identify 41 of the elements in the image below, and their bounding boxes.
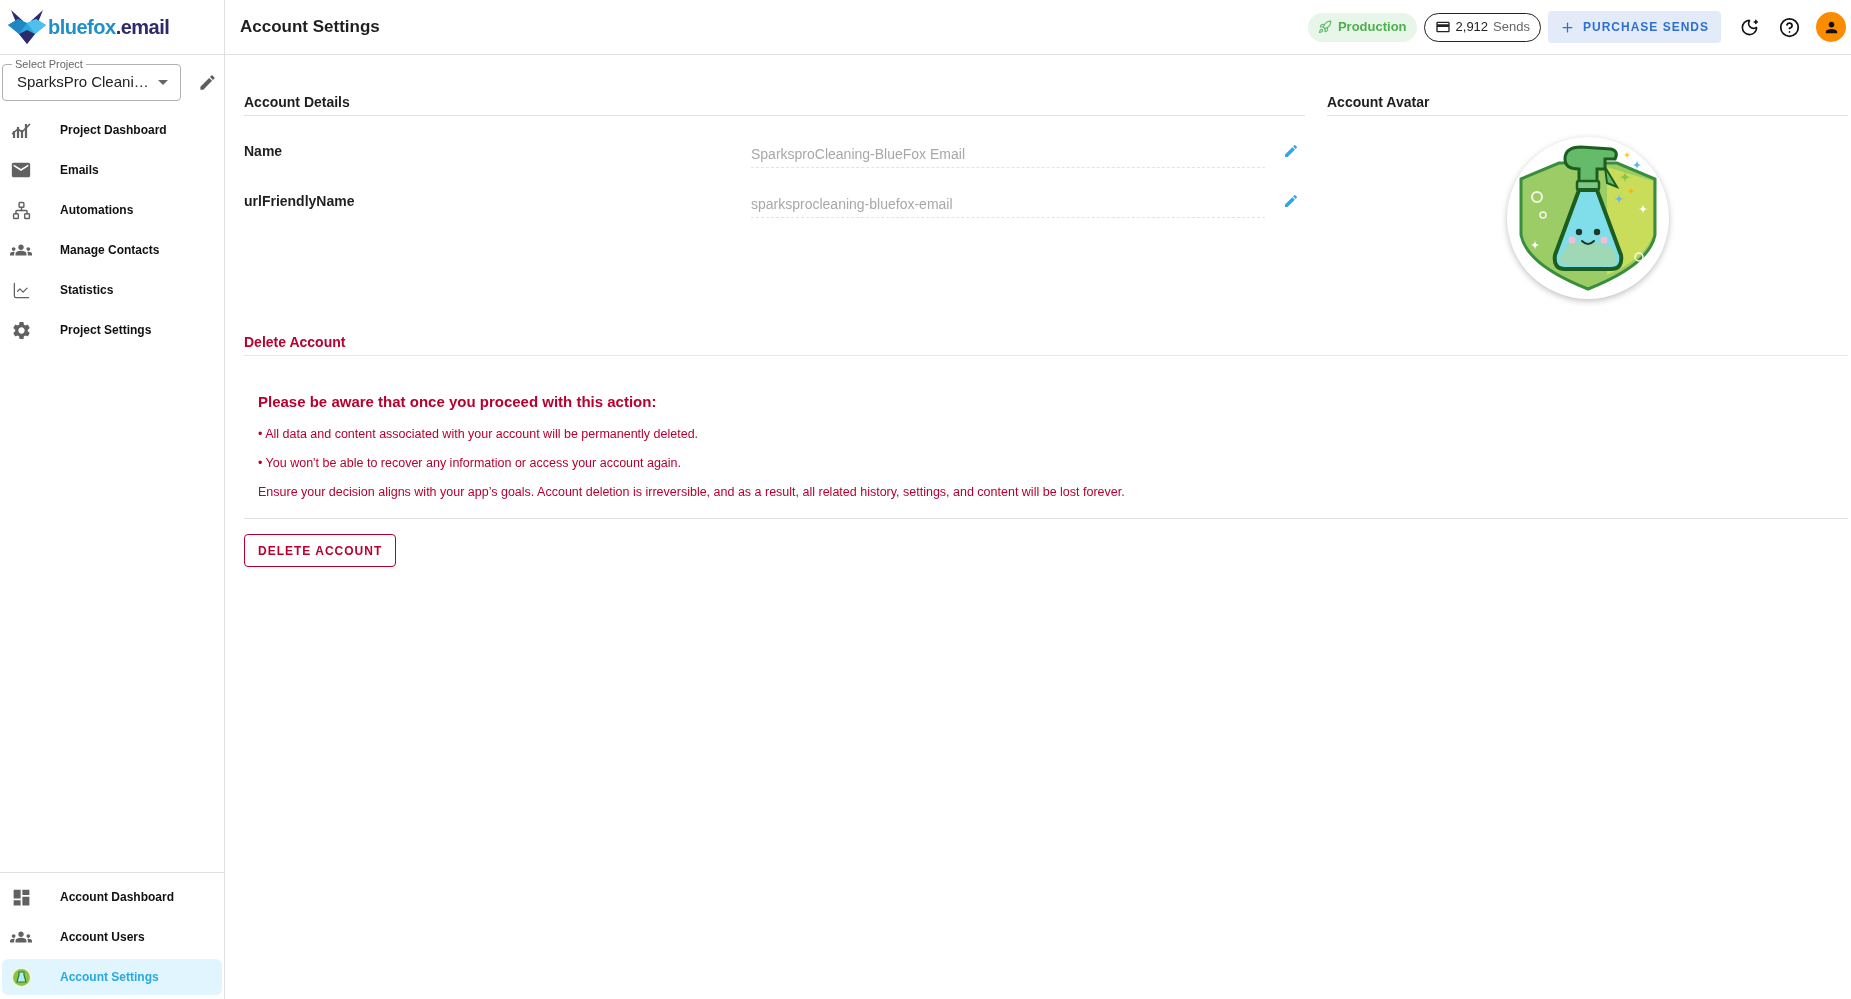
field-label: urlFriendlyName [244,191,356,211]
edit-button[interactable] [1283,143,1299,159]
warning-note: Ensure your decision aligns with your app’s goals. Account deletion is irreversible, and as a result, all related history, settings, and content will be lost forever. [258,484,1126,501]
nav-item[interactable]: Statistics [2,272,222,308]
sends-label: Sends [1493,18,1530,37]
section-heading: Delete Account [244,332,1848,356]
nav-item[interactable]: Automations [2,192,222,228]
edit-icon [1283,193,1299,209]
card-icon [1434,19,1451,35]
delete-account-button[interactable]: DELETE ACCOUNT [244,534,397,567]
nav-item[interactable]: Account Dashboard [2,879,222,915]
sends-count: 2,912 [1455,18,1489,37]
bar-chart-icon [11,121,31,139]
help-icon [1778,16,1800,38]
warning-point: • All data and content associated with your account will be permanently deleted. [258,426,700,443]
line-chart-icon [11,280,31,300]
section-heading: Account Avatar [1327,92,1848,116]
section-heading: Account Details [244,92,1305,116]
hierarchy-icon [11,200,31,220]
nav-item[interactable]: Account Users [2,919,222,955]
edit-icon [1283,143,1299,159]
rocket-icon [1317,20,1332,34]
field-label: Name [244,141,284,161]
nav-item[interactable]: Manage Contacts [2,232,222,268]
plus-icon [1559,19,1575,35]
warning-point: • You won't be able to recover any information or access your account again. [258,455,682,472]
page-title: Account Settings [240,16,380,39]
nav-item[interactable]: Project Settings [2,312,222,348]
nav-item[interactable]: Project Dashboard [2,112,222,148]
environment-chip: Production [1307,12,1417,42]
purchase-sends-button[interactable]: PURCHASE SENDS [1547,11,1721,43]
warning-title: Please be aware that once you proceed with this action: [258,392,658,412]
profile-button[interactable] [1816,12,1846,42]
caret-icon [158,80,168,85]
edit-icon [197,73,217,92]
nav-item[interactable]: Emails [2,152,222,188]
edit-button[interactable] [1283,193,1299,209]
logo-wordmark: bluefox.email [48,17,170,37]
fox-logo-icon [8,10,46,44]
moon-icon [1739,17,1759,37]
avatar-icon [10,966,32,988]
